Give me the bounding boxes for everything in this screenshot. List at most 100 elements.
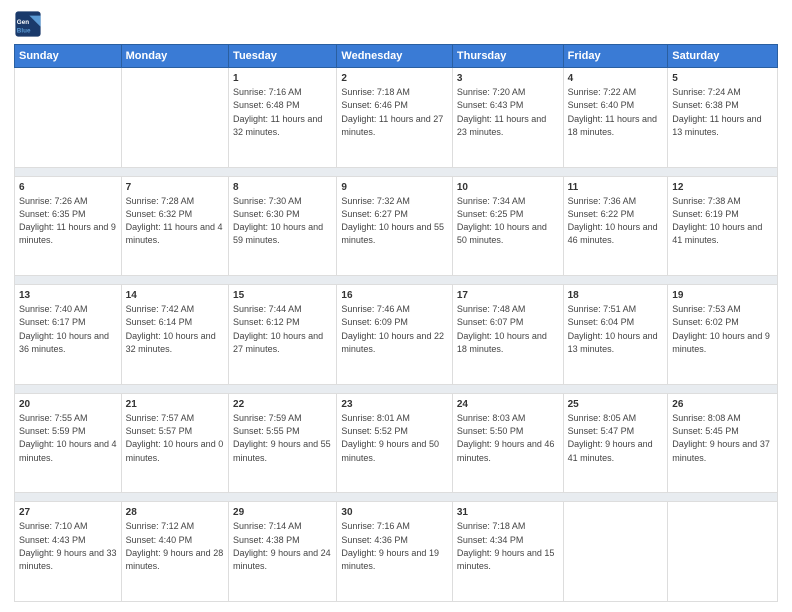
calendar-cell: 6Sunrise: 7:26 AM Sunset: 6:35 PM Daylig… xyxy=(15,176,122,276)
logo-icon: Gen Blue xyxy=(14,10,42,38)
day-info: Sunrise: 7:16 AM Sunset: 4:36 PM Dayligh… xyxy=(341,521,439,571)
day-info: Sunrise: 7:18 AM Sunset: 6:46 PM Dayligh… xyxy=(341,87,443,137)
day-info: Sunrise: 7:48 AM Sunset: 6:07 PM Dayligh… xyxy=(457,304,547,354)
day-info: Sunrise: 7:22 AM Sunset: 6:40 PM Dayligh… xyxy=(568,87,657,137)
header: Gen Blue xyxy=(14,10,778,38)
logo: Gen Blue xyxy=(14,10,46,38)
day-number: 9 xyxy=(341,181,447,195)
calendar-cell: 18Sunrise: 7:51 AM Sunset: 6:04 PM Dayli… xyxy=(563,285,668,385)
day-number: 31 xyxy=(457,506,559,520)
week-separator xyxy=(15,384,778,393)
day-number: 8 xyxy=(233,181,332,195)
day-info: Sunrise: 7:36 AM Sunset: 6:22 PM Dayligh… xyxy=(568,196,658,246)
day-info: Sunrise: 7:14 AM Sunset: 4:38 PM Dayligh… xyxy=(233,521,331,571)
calendar-cell: 21Sunrise: 7:57 AM Sunset: 5:57 PM Dayli… xyxy=(121,393,228,493)
calendar-cell: 12Sunrise: 7:38 AM Sunset: 6:19 PM Dayli… xyxy=(668,176,778,276)
calendar-cell: 8Sunrise: 7:30 AM Sunset: 6:30 PM Daylig… xyxy=(229,176,337,276)
day-number: 10 xyxy=(457,181,559,195)
day-number: 15 xyxy=(233,289,332,303)
calendar-cell: 23Sunrise: 8:01 AM Sunset: 5:52 PM Dayli… xyxy=(337,393,452,493)
calendar-cell: 24Sunrise: 8:03 AM Sunset: 5:50 PM Dayli… xyxy=(452,393,563,493)
day-number: 27 xyxy=(19,506,117,520)
day-info: Sunrise: 7:10 AM Sunset: 4:43 PM Dayligh… xyxy=(19,521,117,571)
day-info: Sunrise: 7:59 AM Sunset: 5:55 PM Dayligh… xyxy=(233,413,331,463)
day-info: Sunrise: 7:44 AM Sunset: 6:12 PM Dayligh… xyxy=(233,304,323,354)
calendar-cell: 31Sunrise: 7:18 AM Sunset: 4:34 PM Dayli… xyxy=(452,502,563,602)
day-number: 6 xyxy=(19,181,117,195)
day-info: Sunrise: 7:46 AM Sunset: 6:09 PM Dayligh… xyxy=(341,304,444,354)
calendar-cell: 27Sunrise: 7:10 AM Sunset: 4:43 PM Dayli… xyxy=(15,502,122,602)
day-number: 29 xyxy=(233,506,332,520)
svg-text:Blue: Blue xyxy=(17,27,31,34)
day-info: Sunrise: 7:16 AM Sunset: 6:48 PM Dayligh… xyxy=(233,87,322,137)
calendar-cell: 2Sunrise: 7:18 AM Sunset: 6:46 PM Daylig… xyxy=(337,68,452,168)
day-info: Sunrise: 7:24 AM Sunset: 6:38 PM Dayligh… xyxy=(672,87,761,137)
calendar-week-row: 27Sunrise: 7:10 AM Sunset: 4:43 PM Dayli… xyxy=(15,502,778,602)
header-day: Saturday xyxy=(668,45,778,68)
day-info: Sunrise: 8:08 AM Sunset: 5:45 PM Dayligh… xyxy=(672,413,770,463)
day-info: Sunrise: 7:42 AM Sunset: 6:14 PM Dayligh… xyxy=(126,304,216,354)
day-number: 24 xyxy=(457,398,559,412)
calendar-cell: 16Sunrise: 7:46 AM Sunset: 6:09 PM Dayli… xyxy=(337,285,452,385)
calendar-cell: 9Sunrise: 7:32 AM Sunset: 6:27 PM Daylig… xyxy=(337,176,452,276)
day-number: 14 xyxy=(126,289,224,303)
header-day: Thursday xyxy=(452,45,563,68)
calendar-table: SundayMondayTuesdayWednesdayThursdayFrid… xyxy=(14,44,778,602)
calendar-cell: 19Sunrise: 7:53 AM Sunset: 6:02 PM Dayli… xyxy=(668,285,778,385)
calendar-cell: 15Sunrise: 7:44 AM Sunset: 6:12 PM Dayli… xyxy=(229,285,337,385)
calendar-week-row: 6Sunrise: 7:26 AM Sunset: 6:35 PM Daylig… xyxy=(15,176,778,276)
calendar-cell: 14Sunrise: 7:42 AM Sunset: 6:14 PM Dayli… xyxy=(121,285,228,385)
day-number: 3 xyxy=(457,72,559,86)
calendar-cell: 22Sunrise: 7:59 AM Sunset: 5:55 PM Dayli… xyxy=(229,393,337,493)
day-number: 19 xyxy=(672,289,773,303)
calendar-cell: 26Sunrise: 8:08 AM Sunset: 5:45 PM Dayli… xyxy=(668,393,778,493)
calendar-cell: 20Sunrise: 7:55 AM Sunset: 5:59 PM Dayli… xyxy=(15,393,122,493)
calendar-cell: 13Sunrise: 7:40 AM Sunset: 6:17 PM Dayli… xyxy=(15,285,122,385)
calendar-cell: 30Sunrise: 7:16 AM Sunset: 4:36 PM Dayli… xyxy=(337,502,452,602)
calendar-cell xyxy=(121,68,228,168)
calendar-cell: 5Sunrise: 7:24 AM Sunset: 6:38 PM Daylig… xyxy=(668,68,778,168)
day-number: 21 xyxy=(126,398,224,412)
day-info: Sunrise: 7:20 AM Sunset: 6:43 PM Dayligh… xyxy=(457,87,546,137)
day-info: Sunrise: 7:51 AM Sunset: 6:04 PM Dayligh… xyxy=(568,304,658,354)
calendar-cell: 1Sunrise: 7:16 AM Sunset: 6:48 PM Daylig… xyxy=(229,68,337,168)
calendar-cell: 3Sunrise: 7:20 AM Sunset: 6:43 PM Daylig… xyxy=(452,68,563,168)
day-info: Sunrise: 7:40 AM Sunset: 6:17 PM Dayligh… xyxy=(19,304,109,354)
page: Gen Blue SundayMondayTuesdayWednesdayThu… xyxy=(0,0,792,612)
calendar-cell xyxy=(668,502,778,602)
day-info: Sunrise: 8:05 AM Sunset: 5:47 PM Dayligh… xyxy=(568,413,653,463)
week-separator xyxy=(15,276,778,285)
day-number: 22 xyxy=(233,398,332,412)
day-number: 1 xyxy=(233,72,332,86)
day-number: 2 xyxy=(341,72,447,86)
calendar-week-row: 13Sunrise: 7:40 AM Sunset: 6:17 PM Dayli… xyxy=(15,285,778,385)
day-number: 11 xyxy=(568,181,664,195)
calendar-cell: 25Sunrise: 8:05 AM Sunset: 5:47 PM Dayli… xyxy=(563,393,668,493)
day-number: 23 xyxy=(341,398,447,412)
header-day: Tuesday xyxy=(229,45,337,68)
day-info: Sunrise: 7:32 AM Sunset: 6:27 PM Dayligh… xyxy=(341,196,444,246)
calendar-week-row: 1Sunrise: 7:16 AM Sunset: 6:48 PM Daylig… xyxy=(15,68,778,168)
day-info: Sunrise: 7:18 AM Sunset: 4:34 PM Dayligh… xyxy=(457,521,555,571)
calendar-cell xyxy=(563,502,668,602)
day-info: Sunrise: 7:28 AM Sunset: 6:32 PM Dayligh… xyxy=(126,196,223,246)
day-info: Sunrise: 7:26 AM Sunset: 6:35 PM Dayligh… xyxy=(19,196,116,246)
day-number: 28 xyxy=(126,506,224,520)
day-number: 25 xyxy=(568,398,664,412)
calendar-cell: 7Sunrise: 7:28 AM Sunset: 6:32 PM Daylig… xyxy=(121,176,228,276)
day-number: 12 xyxy=(672,181,773,195)
calendar-cell: 10Sunrise: 7:34 AM Sunset: 6:25 PM Dayli… xyxy=(452,176,563,276)
day-number: 16 xyxy=(341,289,447,303)
day-info: Sunrise: 7:30 AM Sunset: 6:30 PM Dayligh… xyxy=(233,196,323,246)
day-number: 13 xyxy=(19,289,117,303)
day-number: 30 xyxy=(341,506,447,520)
day-info: Sunrise: 8:03 AM Sunset: 5:50 PM Dayligh… xyxy=(457,413,555,463)
day-info: Sunrise: 7:55 AM Sunset: 5:59 PM Dayligh… xyxy=(19,413,117,463)
calendar-week-row: 20Sunrise: 7:55 AM Sunset: 5:59 PM Dayli… xyxy=(15,393,778,493)
day-number: 7 xyxy=(126,181,224,195)
header-day: Friday xyxy=(563,45,668,68)
calendar-cell: 17Sunrise: 7:48 AM Sunset: 6:07 PM Dayli… xyxy=(452,285,563,385)
header-row: SundayMondayTuesdayWednesdayThursdayFrid… xyxy=(15,45,778,68)
day-info: Sunrise: 7:53 AM Sunset: 6:02 PM Dayligh… xyxy=(672,304,770,354)
week-separator xyxy=(15,493,778,502)
